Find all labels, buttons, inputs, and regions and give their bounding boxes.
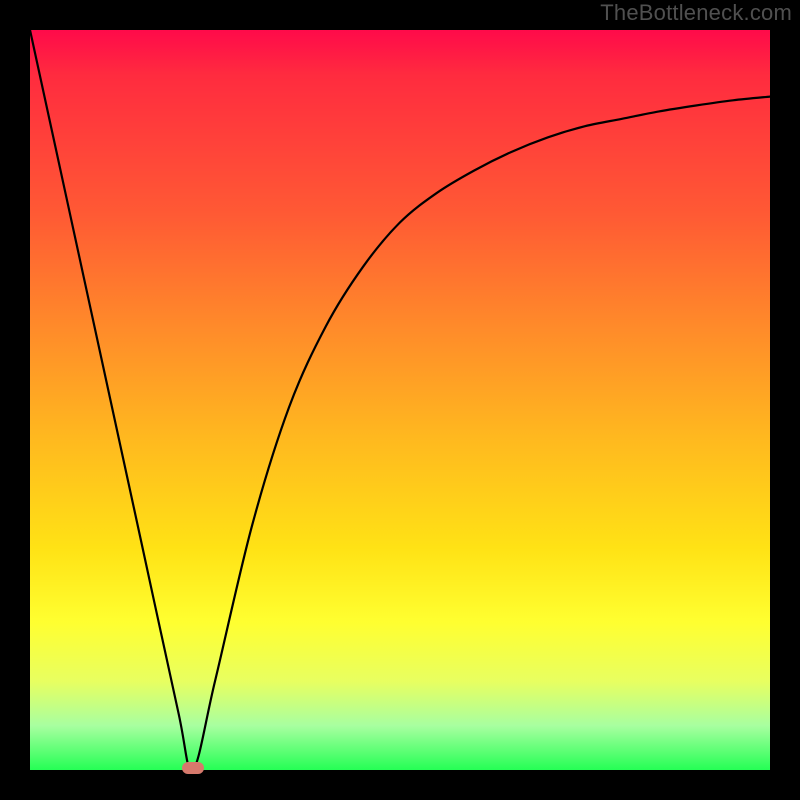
watermark-text: TheBottleneck.com — [600, 0, 792, 26]
chart-frame: TheBottleneck.com — [0, 0, 800, 800]
plot-gradient-background — [30, 30, 770, 770]
minimum-marker — [182, 762, 204, 774]
